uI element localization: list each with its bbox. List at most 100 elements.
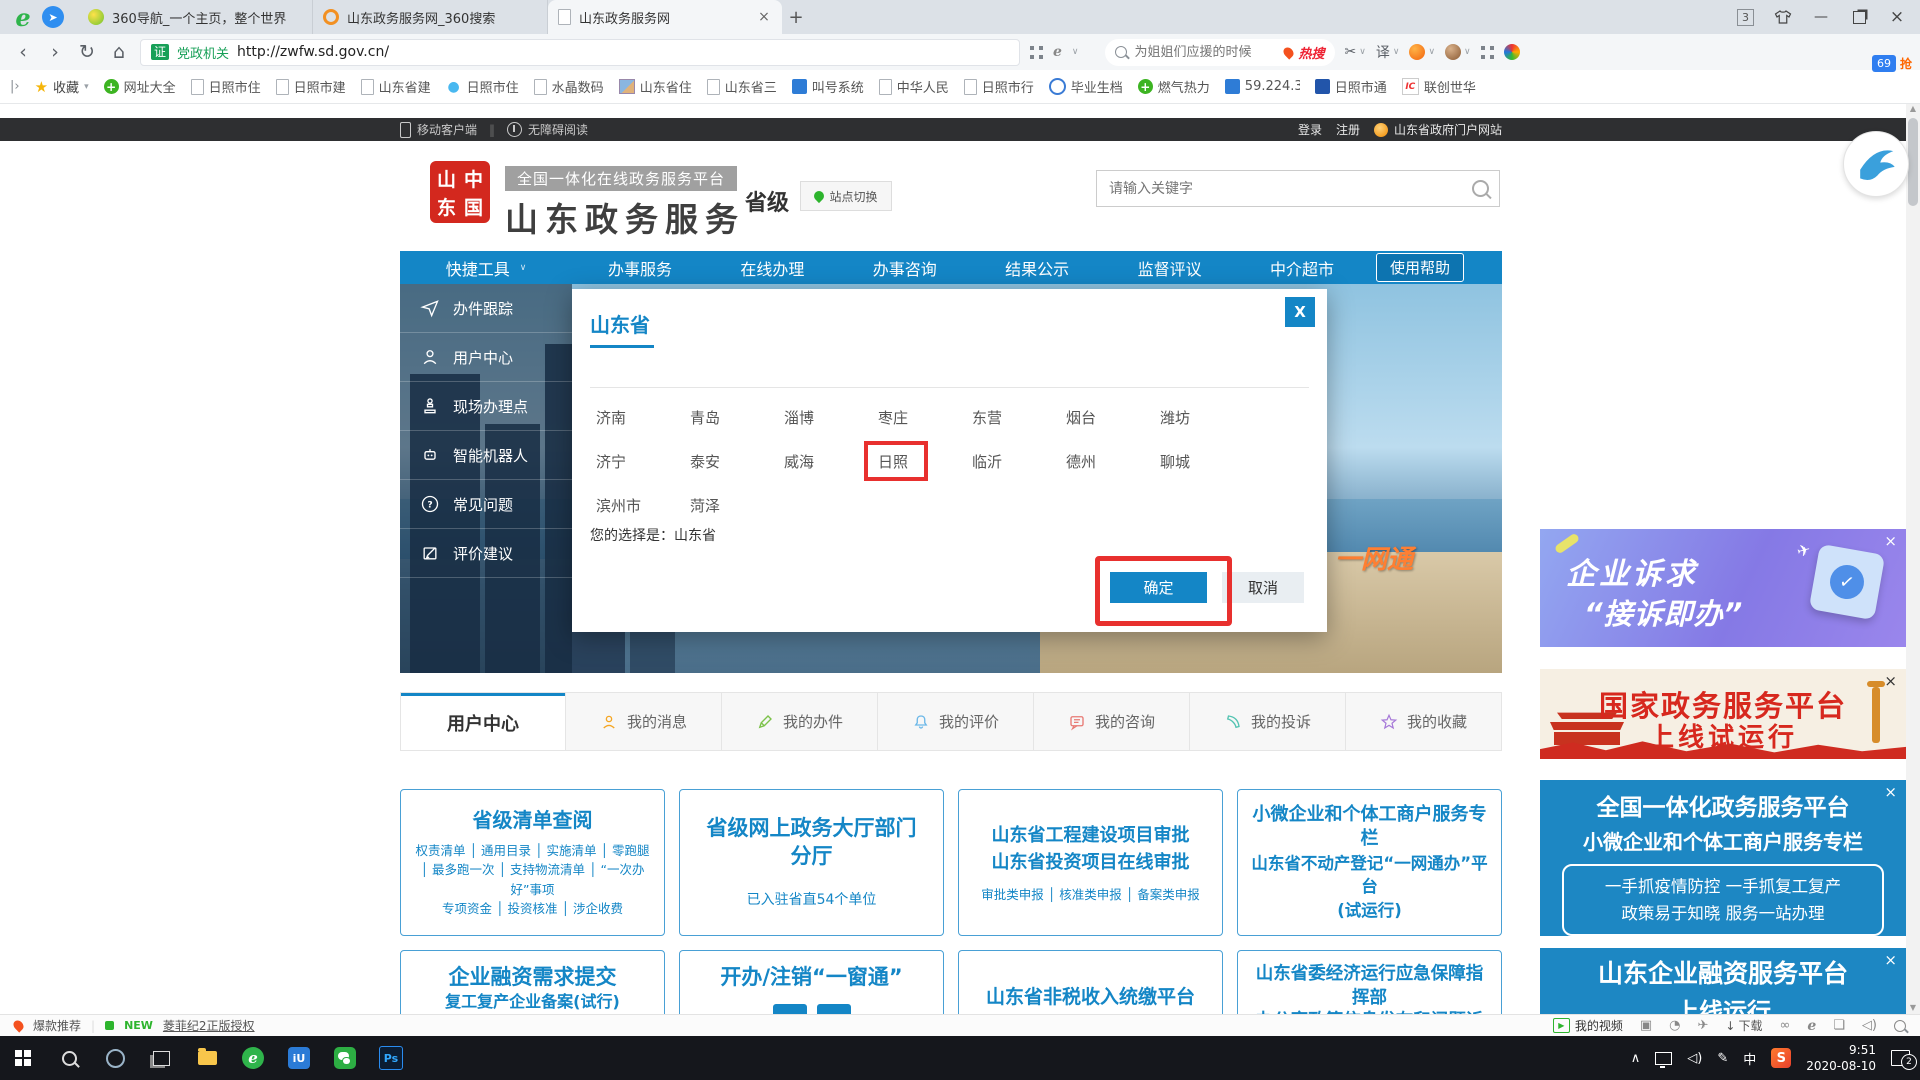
site-switch-button[interactable]: 站点切换 (800, 181, 892, 211)
bookmark-item[interactable]: 山东省住 (619, 77, 692, 96)
skin-theme-icon[interactable] (1774, 8, 1792, 26)
city-option[interactable]: 济宁 (590, 439, 684, 483)
bookmark-item[interactable]: 山东省建 (361, 77, 431, 96)
user-avatar[interactable] (1504, 44, 1520, 60)
city-option[interactable]: 菏泽 (684, 483, 778, 527)
close-window-button[interactable]: × (1888, 8, 1906, 26)
bookmarks-expand-icon[interactable]: |› (10, 79, 20, 94)
banner-close-icon[interactable]: × (1884, 674, 1897, 689)
card-link[interactable]: 已入驻省直54个单位 (747, 890, 877, 912)
city-option[interactable]: 潍坊 (1154, 395, 1248, 439)
city-option[interactable]: 东营 (966, 395, 1060, 439)
card-financing[interactable]: 企业融资需求提交复工复产企业备案(试行) (400, 950, 665, 1014)
browser-360-button[interactable]: e (230, 1036, 276, 1080)
nav-item[interactable]: 办事咨询 (873, 256, 937, 280)
bookmark-item[interactable]: 燃气热力 (1138, 77, 1210, 96)
bookmark-item[interactable]: 山东省三 (707, 77, 777, 96)
game-rocket-icon[interactable]: ✈ (1698, 1018, 1709, 1033)
scrollbar[interactable]: ▲ ▼ (1906, 104, 1920, 1014)
banner-financing-platform[interactable]: 山东企业融资服务平台 上线运行 × (1540, 948, 1906, 1014)
sidebar-item-onsite[interactable]: 现场办理点 (400, 382, 572, 431)
tab-close-icon[interactable] (756, 9, 772, 25)
refresh-button[interactable]: ↻ (76, 41, 98, 63)
city-option[interactable]: 淄博 (778, 395, 872, 439)
browser-search-input[interactable] (1133, 44, 1278, 61)
taskbar-search-button[interactable] (46, 1036, 92, 1080)
tray-expand-icon[interactable]: ∧ (1631, 1051, 1641, 1066)
card-lists[interactable]: 省级清单查阅 权责清单 │ 通用目录 │ 实施清单 │ 零跑腿│ 最多跑一次 │… (400, 789, 665, 936)
site-search-input[interactable] (1107, 180, 1472, 198)
extension-tool-icon[interactable]: ∨ (1445, 44, 1471, 60)
photoshop-button[interactable]: Ps (368, 1036, 414, 1080)
city-option[interactable]: 日照 (872, 439, 966, 483)
browser-tab[interactable]: 360导航_一个主页，整个世界 (78, 0, 313, 34)
window-split-icon[interactable]: ❏ (1833, 1018, 1845, 1033)
bookmark-item[interactable]: 毕业生档 (1049, 77, 1123, 96)
pen-icon[interactable]: ✎ (1717, 1051, 1728, 1066)
new-tab-button[interactable]: + (782, 3, 810, 31)
sidebar-item-user-center[interactable]: 用户中心 (400, 333, 572, 382)
banner-close-icon[interactable]: × (1884, 953, 1897, 968)
nav-item[interactable]: 监督评议 (1138, 256, 1202, 280)
apps-grid-icon[interactable] (1030, 46, 1043, 59)
my-video-button[interactable]: ▶ 我的视频 (1553, 1017, 1623, 1034)
city-option[interactable]: 烟台 (1060, 395, 1154, 439)
login-link[interactable]: 登录 (1298, 121, 1322, 138)
scrollbar-thumb[interactable] (1908, 118, 1918, 206)
bookmark-item[interactable]: 水晶数码 (534, 77, 604, 96)
bookmark-item[interactable]: 59.224.3 (1225, 79, 1300, 94)
card-small-business[interactable]: 小微企业和个体工商户服务专栏山东省不动产登记“一网通办”平台(试运行) (1237, 789, 1502, 936)
accessibility-link[interactable]: 无障碍阅读 (507, 121, 588, 138)
file-explorer-button[interactable] (184, 1036, 230, 1080)
browser-search-box[interactable]: 热搜 (1105, 39, 1335, 66)
dove-logo[interactable] (1843, 131, 1909, 197)
city-option[interactable]: 威海 (778, 439, 872, 483)
tab-count-badge[interactable]: 3 (1737, 9, 1754, 26)
city-option[interactable]: 临沂 (966, 439, 1060, 483)
speaker-icon[interactable]: ◁) (1862, 1018, 1877, 1033)
city-option[interactable]: 济南 (590, 395, 684, 439)
card-link[interactable]: 专项资金 │ 投资核准 │ 涉企收费 (411, 899, 654, 918)
back-button[interactable]: ‹ (12, 41, 34, 63)
url-text[interactable]: http://zwfw.sd.gov.cn/ (237, 44, 389, 60)
banner-close-icon[interactable]: × (1884, 785, 1897, 800)
cortana-button[interactable] (92, 1036, 138, 1080)
city-option[interactable]: 聊城 (1154, 439, 1248, 483)
volume-icon[interactable]: ◁) (1687, 1051, 1702, 1066)
portal-link[interactable]: 山东省政府门户网站 (1374, 121, 1502, 138)
mini-button-pill[interactable] (817, 1004, 851, 1014)
tab-my-reviews[interactable]: 我的评价 (877, 693, 1033, 750)
nav-help-button[interactable]: 使用帮助 (1376, 253, 1464, 282)
sidebar-item-robot[interactable]: 智能机器人 (400, 431, 572, 480)
minimize-button[interactable]: — (1812, 8, 1830, 26)
tab-my-messages[interactable]: 我的消息 (565, 693, 721, 750)
mini-button-pill[interactable] (773, 1004, 807, 1014)
nav-item[interactable]: 办事服务 (608, 256, 672, 280)
browser-tab[interactable]: 山东政务服务网 (548, 0, 782, 34)
home-button[interactable]: ⌂ (108, 41, 130, 63)
banner-enterprise-appeal[interactable]: 企业诉求 “接诉即办” ✈ ✓ × (1540, 529, 1906, 647)
scroll-down-icon[interactable]: ▼ (1906, 1003, 1920, 1012)
bookmark-item[interactable]: 联创世华 (1402, 77, 1476, 96)
promo-chip[interactable]: 69 抢 (1872, 55, 1912, 72)
bookmark-item[interactable]: 日照市住 (446, 77, 519, 96)
bookmark-item[interactable]: 叫号系统 (792, 77, 864, 96)
ie-icon[interactable]: e (1807, 1018, 1816, 1034)
promo-link[interactable]: 菱菲纪2正版授权 (163, 1017, 255, 1034)
translate-tool[interactable]: 译∨ (1376, 42, 1400, 62)
site-search-box[interactable] (1096, 170, 1500, 207)
task-view-button[interactable] (138, 1036, 184, 1080)
wechat-button[interactable] (322, 1036, 368, 1080)
tab-my-items[interactable]: 我的办件 (721, 693, 877, 750)
card-one-window[interactable]: 开办/注销“一窗通” (679, 950, 944, 1014)
card-link[interactable]: 权责清单 │ 通用目录 │ 实施清单 │ 零跑腿 (411, 841, 654, 860)
hot-search-label[interactable]: 热搜 (1299, 43, 1325, 62)
card-link[interactable]: │ 最多跑一次 │ 支持物流清单 │ “一次办好”事项 (411, 860, 654, 899)
browser-compass-icon[interactable]: ➤ (42, 6, 64, 28)
site-search-icon[interactable] (1472, 180, 1489, 197)
tab-my-inquiries[interactable]: 我的咨询 (1033, 693, 1189, 750)
start-button[interactable] (0, 1036, 46, 1080)
banner-integrated-platform[interactable]: 全国一体化政务服务平台 小微企业和个体工商户服务专栏 一手抓疫情防控 一手抓复工… (1540, 780, 1906, 936)
taskbar-clock[interactable]: 9:51 2020-08-10 (1806, 1042, 1876, 1074)
card-link[interactable]: 审批类申报 │ 核准类申报 │ 备案类申报 (981, 885, 1199, 904)
